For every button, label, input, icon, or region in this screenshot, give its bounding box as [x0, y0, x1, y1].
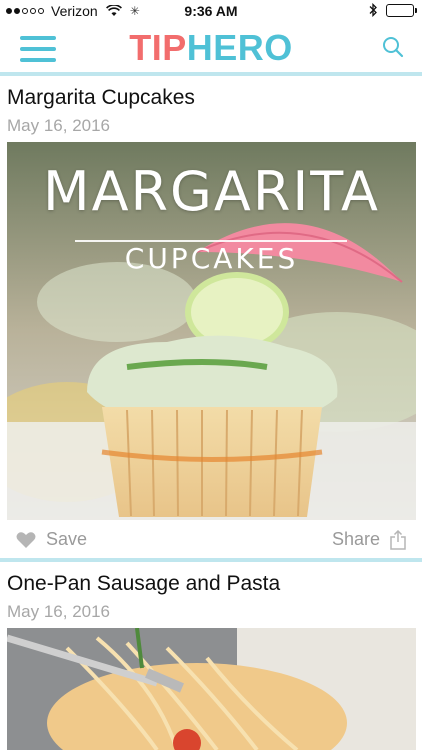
save-button[interactable]: Save: [16, 529, 87, 550]
card-action-bar: Save Share: [0, 520, 422, 558]
heart-icon: [16, 531, 36, 548]
nav-bar: TIPHERO: [0, 24, 422, 76]
recipe-card[interactable]: Margarita Cupcakes May 16, 2016 MARGARIT…: [0, 76, 422, 564]
logo-tip: TIP: [129, 27, 187, 68]
recipe-image[interactable]: [7, 628, 416, 750]
app-screen: Verizon ✳ 9:36 AM TIPHERO Margarita Cupc…: [0, 0, 422, 750]
share-icon: [390, 529, 406, 550]
recipe-date: May 16, 2016: [7, 602, 111, 621]
recipe-card[interactable]: One-Pan Sausage and Pasta May 16, 2016: [0, 562, 422, 750]
image-overlay-subtitle: CUPCAKES: [124, 242, 299, 275]
recipe-title[interactable]: One-Pan Sausage and Pasta: [7, 572, 280, 596]
status-bar: Verizon ✳ 9:36 AM: [0, 0, 422, 24]
recipe-date: May 16, 2016: [7, 116, 111, 135]
share-button[interactable]: Share: [332, 529, 406, 550]
status-right: [368, 3, 417, 17]
battery-icon: [386, 3, 417, 17]
pasta-illustration: [7, 628, 416, 750]
search-icon[interactable]: [382, 36, 404, 58]
share-label: Share: [331, 529, 380, 549]
recipe-image[interactable]: MARGARITA CUPCAKES: [7, 142, 416, 520]
save-label: Save: [46, 529, 88, 549]
recipe-title[interactable]: Margarita Cupcakes: [7, 86, 195, 110]
status-time: 9:36 AM: [184, 3, 238, 19]
logo-hero: HERO: [186, 27, 293, 68]
recipe-feed: Margarita Cupcakes May 16, 2016 MARGARIT…: [0, 76, 422, 750]
app-logo: TIPHERO: [0, 27, 422, 69]
image-overlay-title: MARGARITA: [42, 160, 381, 223]
bluetooth-icon: [369, 3, 377, 17]
